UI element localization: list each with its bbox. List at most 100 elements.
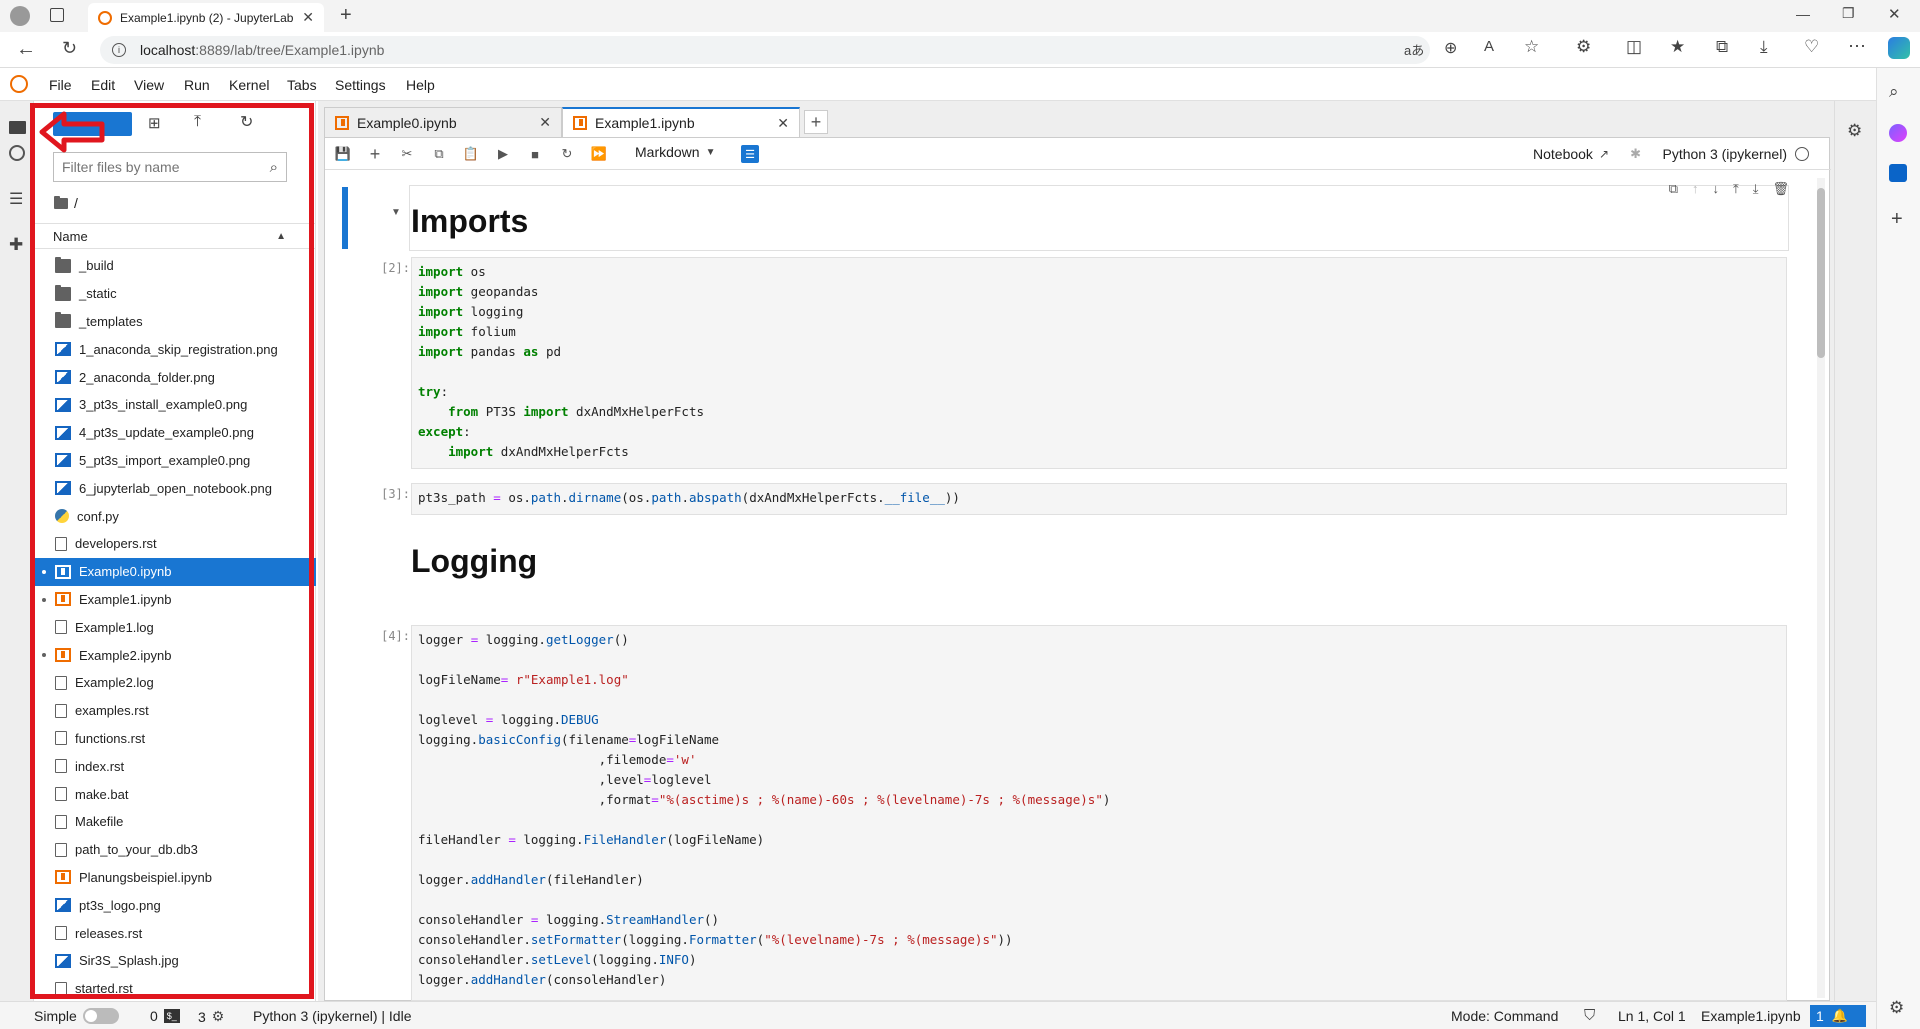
menu-tabs[interactable]: Tabs <box>287 77 317 93</box>
restart-icon[interactable]: ↻ <box>559 146 575 162</box>
text-icon[interactable]: A <box>1484 38 1494 55</box>
file-row[interactable]: examples.rst <box>34 697 316 725</box>
upload-icon[interactable]: ⤒ <box>194 113 201 131</box>
scrollbar[interactable] <box>1817 178 1825 998</box>
split-screen-icon[interactable]: ◫ <box>1626 37 1642 57</box>
code-cell[interactable]: import os import geopandas import loggin… <box>411 257 1787 469</box>
file-row[interactable]: Example1.ipynb <box>34 586 316 614</box>
menu-help[interactable]: Help <box>406 77 435 93</box>
file-row[interactable]: 1_anaconda_skip_registration.png <box>34 335 316 363</box>
file-row[interactable]: 2_anaconda_folder.png <box>34 363 316 391</box>
file-row[interactable]: Makefile <box>34 808 316 836</box>
new-folder-icon[interactable]: ⊞ <box>148 114 161 132</box>
file-row[interactable]: 6_jupyterlab_open_notebook.png <box>34 474 316 502</box>
simple-mode-toggle[interactable]: Simple <box>34 1008 119 1024</box>
back-icon[interactable]: ← <box>16 38 36 61</box>
refresh-icon[interactable]: ↻ <box>240 112 253 132</box>
insert-above-icon[interactable]: ⤒ <box>1733 181 1739 197</box>
notifications-button[interactable]: 1 🔔 <box>1810 1005 1866 1027</box>
menu-file[interactable]: File <box>49 77 72 93</box>
file-row[interactable]: index.rst <box>34 752 316 780</box>
running-icon[interactable] <box>9 145 25 161</box>
column-name[interactable]: Name <box>53 229 276 244</box>
file-row[interactable]: 4_pt3s_update_example0.png <box>34 419 316 447</box>
menu-view[interactable]: View <box>134 77 164 93</box>
kernels-count[interactable]: 3 ⚙ <box>198 1008 224 1025</box>
paste-icon[interactable]: 📋 <box>463 146 479 162</box>
profile-icon[interactable] <box>10 6 30 26</box>
tab-actions-icon[interactable] <box>50 8 64 22</box>
sidebar-settings-icon[interactable]: ⚙ <box>1889 998 1904 1018</box>
minimize-icon[interactable]: — <box>1796 6 1810 22</box>
property-inspector-gear-icon[interactable]: ⚙ <box>1847 121 1862 141</box>
search-icon[interactable]: ⌕ <box>1889 82 1899 102</box>
file-row[interactable]: Example1.log <box>34 613 316 641</box>
scrollbar-thumb[interactable] <box>1817 188 1825 358</box>
menu-edit[interactable]: Edit <box>91 77 115 93</box>
delete-icon[interactable]: 🗑 <box>1772 181 1789 197</box>
folder-icon[interactable] <box>9 121 26 134</box>
downloads-icon[interactable]: ⤓ <box>1760 37 1768 57</box>
file-row[interactable]: path_to_your_db.db3 <box>34 836 316 864</box>
property-inspector-icon[interactable]: ☰ <box>741 145 759 163</box>
insert-below-icon[interactable]: ⤓ <box>1753 181 1759 197</box>
save-icon[interactable]: 💾 <box>335 146 351 162</box>
close-icon[interactable]: ✕ <box>302 9 314 26</box>
collapse-icon[interactable]: ▼ <box>391 207 401 218</box>
code-cell[interactable]: logger = logging.getLogger() logFileName… <box>411 625 1787 1001</box>
close-icon[interactable]: ✕ <box>539 114 551 131</box>
menu-kernel[interactable]: Kernel <box>229 77 269 93</box>
filter-files[interactable]: ⌕ <box>53 152 287 182</box>
file-row[interactable]: _build <box>34 252 316 280</box>
url-bar[interactable]: i localhost:8889/lab/tree/Example1.ipynb <box>100 36 1430 64</box>
favorites-icon[interactable]: ★ <box>1670 37 1685 57</box>
copy-icon[interactable]: ⧉ <box>431 146 447 162</box>
favorite-icon[interactable]: ☆ <box>1524 37 1539 57</box>
filter-input[interactable] <box>62 159 270 175</box>
outlook-icon[interactable] <box>1889 164 1907 182</box>
cursor-position[interactable]: Ln 1, Col 1 <box>1618 1008 1686 1024</box>
file-row[interactable]: Sir3S_Splash.jpg <box>34 947 316 975</box>
markdown-cell[interactable] <box>409 185 1789 251</box>
sort-ascending-icon[interactable]: ▲ <box>276 231 286 242</box>
duplicate-icon[interactable]: ⧉ <box>1669 181 1678 197</box>
reload-icon[interactable]: ↻ <box>62 38 77 59</box>
move-up-icon[interactable]: ↑ <box>1692 181 1699 197</box>
new-launcher-tab-button[interactable]: + <box>804 110 828 134</box>
file-row[interactable]: functions.rst <box>34 725 316 753</box>
info-icon[interactable]: i <box>112 43 126 57</box>
file-row[interactable]: conf.py <box>34 502 316 530</box>
file-row[interactable]: Planungsbeispiel.ipynb <box>34 864 316 892</box>
file-row[interactable]: Example2.log <box>34 669 316 697</box>
run-all-icon[interactable]: ⏩ <box>591 146 607 162</box>
file-row[interactable]: pt3s_logo.png <box>34 891 316 919</box>
open-notebook-button[interactable]: Notebook ↗ <box>1533 146 1609 162</box>
copilot-app-icon[interactable] <box>1889 124 1907 142</box>
file-row[interactable]: started.rst <box>34 975 316 1000</box>
collections-icon[interactable]: ⧉ <box>1716 37 1728 57</box>
tab-example1[interactable]: Example1.ipynb ✕ <box>562 107 800 137</box>
performance-icon[interactable]: ♡ <box>1804 37 1819 57</box>
insert-cell-icon[interactable]: + <box>367 144 383 164</box>
file-row[interactable]: _static <box>34 280 316 308</box>
file-row[interactable]: 3_pt3s_install_example0.png <box>34 391 316 419</box>
move-down-icon[interactable]: ↓ <box>1712 181 1719 197</box>
file-row[interactable]: developers.rst <box>34 530 316 558</box>
browser-tab[interactable]: Example1.ipynb (2) - JupyterLab ✕ <box>88 3 324 32</box>
file-row[interactable]: releases.rst <box>34 919 316 947</box>
read-aloud-icon[interactable]: aあ <box>1404 40 1424 59</box>
code-cell[interactable]: pt3s_path = os.path.dirname(os.path.absp… <box>411 483 1787 515</box>
stop-icon[interactable]: ■ <box>527 146 543 162</box>
tab-example0[interactable]: Example0.ipynb ✕ <box>324 107 562 137</box>
run-icon[interactable]: ▶ <box>495 146 511 162</box>
cut-icon[interactable]: ✂ <box>399 146 415 162</box>
folder-icon[interactable] <box>54 195 68 209</box>
menu-settings[interactable]: Settings <box>335 77 386 93</box>
breadcrumb-root[interactable]: / <box>74 195 78 211</box>
add-app-icon[interactable]: + <box>1891 208 1903 231</box>
file-row[interactable]: Example2.ipynb <box>34 641 316 669</box>
more-icon[interactable]: ⋯ <box>1848 36 1866 57</box>
menu-run[interactable]: Run <box>184 77 210 93</box>
file-row[interactable]: _templates <box>34 308 316 336</box>
file-row[interactable]: make.bat <box>34 780 316 808</box>
